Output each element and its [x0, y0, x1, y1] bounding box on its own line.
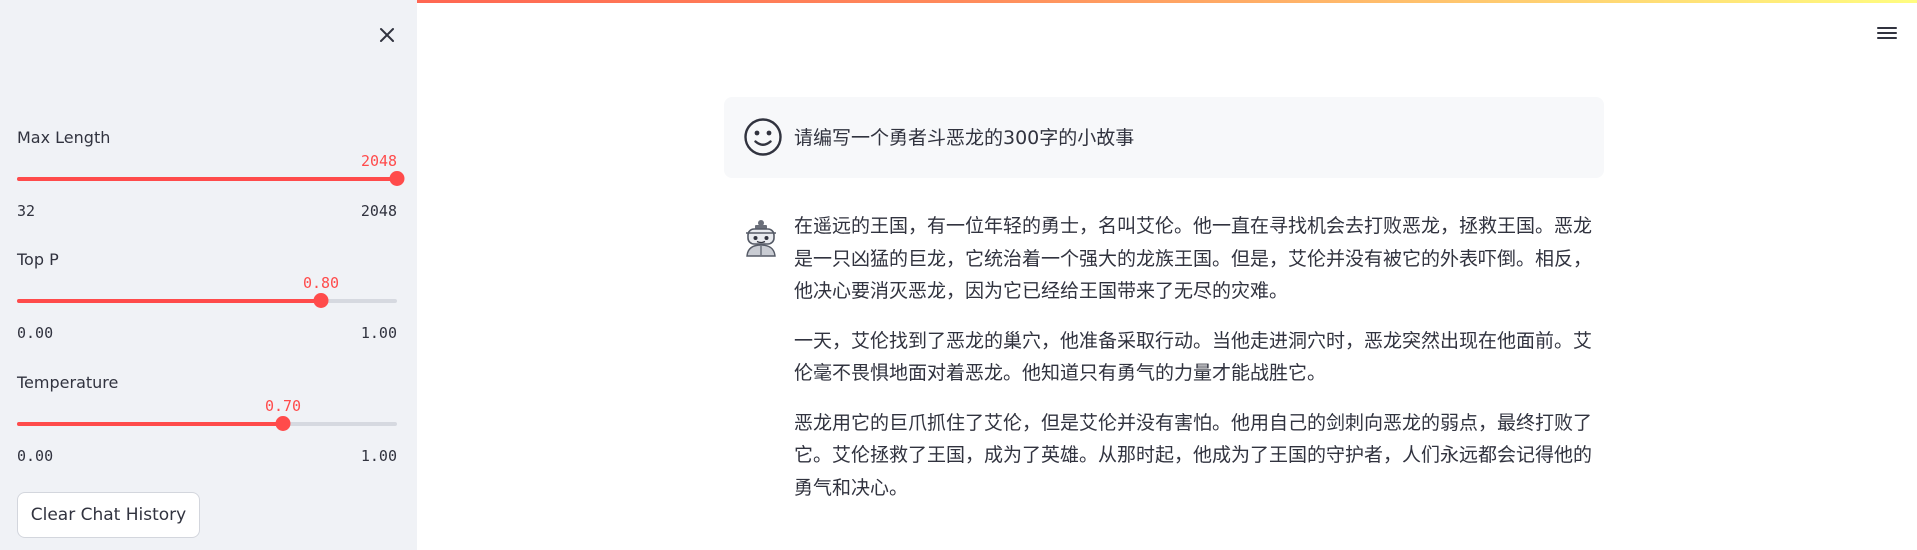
- slider-track[interactable]: [17, 177, 397, 181]
- slider-min-label: 32: [17, 202, 36, 220]
- slider-thumb[interactable]: [313, 293, 329, 308]
- slider-min-label: 0.00: [17, 447, 54, 465]
- close-sidebar-button[interactable]: [372, 20, 402, 50]
- slider-fill: [17, 177, 397, 181]
- main-menu-button[interactable]: [1874, 20, 1900, 46]
- slider-fill: [17, 299, 321, 303]
- robot-avatar-icon: [746, 220, 776, 257]
- slider-track[interactable]: [17, 422, 397, 426]
- close-icon: [380, 28, 394, 42]
- hamburger-menu-icon: [1877, 27, 1897, 39]
- slider-max-label: 1.00: [360, 324, 397, 342]
- top-p-slider[interactable]: Top P 0.80 0.00 1.00: [17, 250, 397, 350]
- slider-min-label: 0.00: [17, 324, 54, 342]
- max-length-slider[interactable]: Max Length 2048 32 2048: [17, 128, 405, 228]
- assistant-message-content: 在遥远的王国，有一位年轻的勇士，名叫艾伦。他一直在寻找机会去打败恶龙，拯救王国。…: [794, 210, 1594, 521]
- slider-max-label: 2048: [360, 202, 397, 220]
- sidebar: Max Length 2048 32 2048 Top P 0.80 0.00 …: [0, 0, 417, 550]
- slider-fill: [17, 422, 283, 426]
- smiley-face-icon: [744, 118, 782, 156]
- slider-label: Top P: [17, 250, 59, 269]
- slider-value: 2048: [360, 152, 398, 170]
- user-message-text: 请编写一个勇者斗恶龙的300字的小故事: [794, 127, 1135, 149]
- slider-value: 0.80: [302, 274, 340, 292]
- slider-track[interactable]: [17, 299, 397, 303]
- slider-max-label: 1.00: [360, 447, 397, 465]
- assistant-paragraph: 在遥远的王国，有一位年轻的勇士，名叫艾伦。他一直在寻找机会去打败恶龙，拯救王国。…: [794, 215, 1593, 302]
- slider-thumb[interactable]: [389, 171, 405, 186]
- slider-value: 0.70: [264, 397, 302, 415]
- user-message: 请编写一个勇者斗恶龙的300字的小故事: [724, 97, 1604, 178]
- slider-label: Max Length: [17, 128, 111, 147]
- assistant-paragraph: 一天，艾伦找到了恶龙的巢穴，他准备采取行动。当他走进洞穴时，恶龙突然出现在他面前…: [794, 329, 1593, 385]
- slider-thumb[interactable]: [275, 416, 291, 431]
- clear-chat-history-button[interactable]: Clear Chat History: [17, 492, 200, 538]
- temperature-slider[interactable]: Temperature 0.70 0.00 1.00: [17, 373, 397, 473]
- slider-label: Temperature: [17, 373, 119, 392]
- assistant-paragraph: 恶龙用它的巨爪抓住了艾伦，但是艾伦并没有害怕。他用自己的剑刺向恶龙的弱点，最终打…: [794, 411, 1593, 499]
